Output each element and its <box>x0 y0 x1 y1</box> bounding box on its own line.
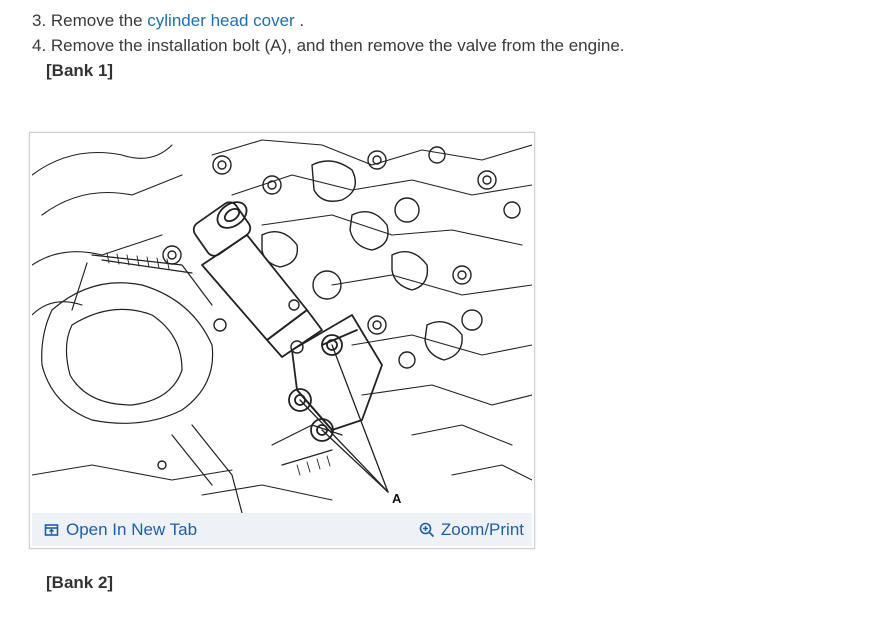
bank-2-heading: [Bank 2] <box>46 573 114 592</box>
zoom-in-icon <box>419 522 435 538</box>
step-3-prefix: 3. Remove the <box>32 11 148 30</box>
cylinder-head-cover-link[interactable]: cylinder head cover <box>147 11 294 30</box>
step-3-suffix: . <box>294 11 305 30</box>
open-in-new-tab-label: Open In New Tab <box>66 520 198 539</box>
bank-1-heading: [Bank 1] <box>46 61 114 80</box>
step-4: 4. Remove the installation bolt (A), and… <box>32 36 625 55</box>
open-new-tab-icon <box>44 522 60 538</box>
figure-toolbar: Open In New Tab Zoom/Print <box>32 513 532 546</box>
zoom-print-label: Zoom/Print <box>440 520 524 539</box>
engine-figure: A Open In New Tab Zoom/Print <box>29 132 535 549</box>
open-in-new-tab-button[interactable]: Open In New Tab <box>44 520 197 540</box>
engine-valve-illustration[interactable]: A <box>32 135 532 513</box>
zoom-print-button[interactable]: Zoom/Print <box>419 520 524 540</box>
step-3: 3. Remove the cylinder head cover . <box>32 10 304 32</box>
callout-label-a: A <box>392 491 402 506</box>
